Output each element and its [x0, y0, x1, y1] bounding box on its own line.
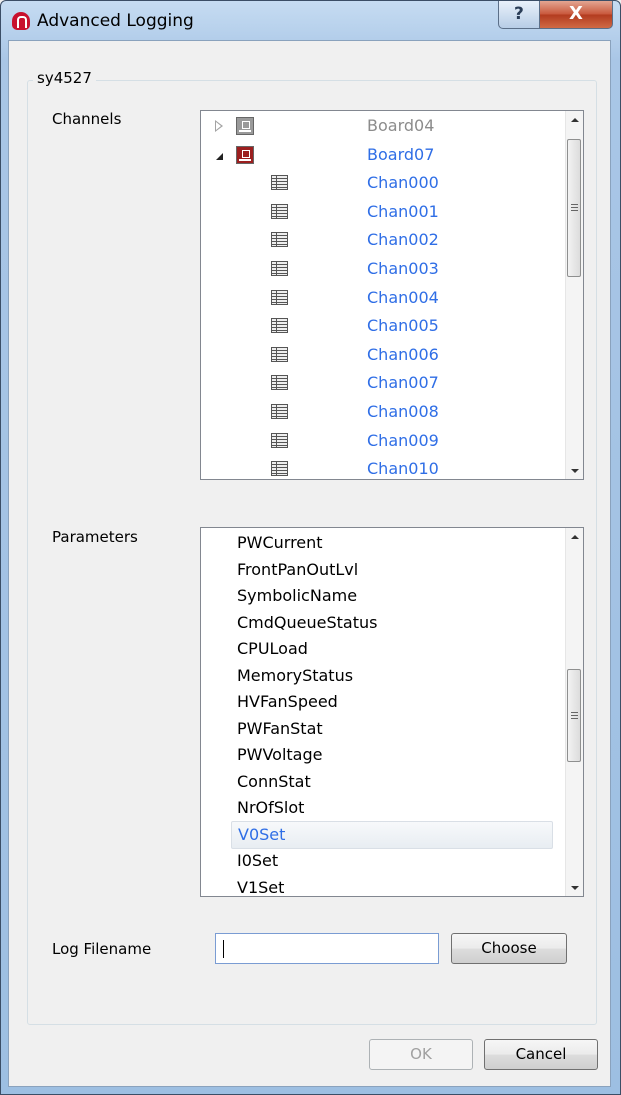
parameter-list-item[interactable]: MemoryStatus: [237, 662, 551, 690]
tree-channel-node[interactable]: Chan003: [201, 255, 566, 283]
channels-tree-rows: Board04 Board07 Chan000 Chan001 Chan002 Chan0…: [201, 111, 566, 479]
parameter-list-item[interactable]: CmdQueueStatus: [237, 609, 551, 637]
tree-node-label: Chan001: [367, 201, 439, 221]
text-caret: [223, 940, 224, 958]
channel-icon: [271, 175, 288, 191]
board-icon: [236, 117, 254, 135]
channels-tree[interactable]: Board04 Board07 Chan000 Chan001 Chan002 Chan0…: [200, 110, 584, 480]
tree-channel-node[interactable]: Chan009: [201, 427, 566, 455]
ok-button[interactable]: OK: [369, 1039, 473, 1070]
channel-icon: [271, 346, 288, 362]
log-filename-label: Log Filename: [52, 940, 152, 958]
parameter-list-item[interactable]: PWVoltage: [237, 741, 551, 769]
parameter-list-item[interactable]: V1Set: [237, 874, 551, 897]
collapsed-arrow-icon[interactable]: [215, 120, 223, 132]
scroll-up-arrow-icon[interactable]: [566, 111, 583, 128]
cancel-button[interactable]: Cancel: [484, 1039, 598, 1070]
app-logo-icon: [12, 12, 30, 30]
tree-channel-node[interactable]: Chan001: [201, 198, 566, 226]
scroll-up-arrow-icon[interactable]: [566, 528, 583, 545]
channel-icon: [271, 432, 288, 448]
tree-node-label: Chan002: [367, 230, 439, 250]
tree-channel-node[interactable]: Chan010: [201, 455, 566, 479]
parameter-list-item[interactable]: V0Set: [231, 820, 553, 849]
tree-node-label: Board04: [367, 116, 435, 135]
groupbox-title: sy4527: [33, 69, 96, 87]
scroll-down-arrow-icon[interactable]: [566, 462, 583, 479]
tree-channel-node[interactable]: Chan004: [201, 284, 566, 312]
tree-board-node[interactable]: Board04: [201, 112, 566, 140]
parameters-list-rows: PWCurrent FrontPanOutLvl SymbolicName CmdQu…: [201, 528, 566, 896]
parameter-list-item[interactable]: SymbolicName: [237, 582, 551, 610]
channels-label: Channels: [52, 110, 122, 128]
scroll-thumb[interactable]: [567, 669, 581, 762]
parameter-list-item[interactable]: PWCurrent: [237, 529, 551, 557]
channel-icon: [271, 375, 288, 391]
tree-channel-node[interactable]: Chan007: [201, 369, 566, 397]
scroll-thumb[interactable]: [567, 139, 581, 277]
log-filename-input[interactable]: [215, 933, 439, 964]
close-icon: X: [569, 3, 583, 24]
tree-node-label: Chan007: [367, 373, 439, 393]
expanded-arrow-icon[interactable]: [216, 152, 223, 160]
channel-icon: [271, 461, 288, 477]
help-icon: ?: [514, 4, 524, 24]
parameters-scrollbar[interactable]: [565, 528, 583, 896]
tree-node-label: Chan010: [367, 459, 439, 479]
parameter-list-item[interactable]: I0Set: [237, 847, 551, 875]
choose-button[interactable]: Choose: [451, 933, 567, 964]
parameter-list-item[interactable]: ConnStat: [237, 768, 551, 796]
tree-node-label: Chan005: [367, 316, 439, 336]
parameter-list-item[interactable]: FrontPanOutLvl: [237, 556, 551, 584]
tree-node-label: Chan009: [367, 430, 439, 450]
parameter-list-item[interactable]: PWFanStat: [237, 715, 551, 743]
tree-channel-node[interactable]: Chan005: [201, 312, 566, 340]
tree-node-label: Chan008: [367, 402, 439, 421]
channel-icon: [271, 203, 288, 219]
channel-icon: [271, 232, 288, 248]
scroll-down-arrow-icon[interactable]: [566, 879, 583, 896]
close-button[interactable]: X: [539, 1, 613, 29]
title-bar[interactable]: Advanced Logging ? X: [1, 1, 620, 41]
parameter-list-item[interactable]: HVFanSpeed: [237, 688, 551, 716]
tree-channel-node[interactable]: Chan002: [201, 226, 566, 254]
help-button[interactable]: ?: [498, 1, 540, 29]
tree-channel-node[interactable]: Chan008: [201, 398, 566, 426]
channel-icon: [271, 318, 288, 334]
grip-icon: [571, 204, 578, 211]
channels-scrollbar[interactable]: [565, 111, 583, 479]
tree-board-node[interactable]: Board07: [201, 141, 566, 169]
parameter-list-item[interactable]: CPULoad: [237, 635, 551, 663]
tree-node-label: Chan003: [367, 259, 439, 278]
parameters-label: Parameters: [52, 528, 138, 546]
grip-icon: [571, 711, 578, 719]
parameters-list[interactable]: PWCurrent FrontPanOutLvl SymbolicName CmdQu…: [200, 527, 584, 897]
channel-icon: [271, 404, 288, 419]
board-icon: [236, 145, 254, 164]
channel-icon: [271, 261, 288, 276]
window-title: Advanced Logging: [37, 11, 194, 31]
tree-node-label: Chan006: [367, 344, 439, 364]
tree-channel-node[interactable]: Chan006: [201, 341, 566, 369]
tree-node-label: Board07: [367, 144, 435, 164]
tree-channel-node[interactable]: Chan000: [201, 169, 566, 197]
tree-node-label: Chan004: [367, 287, 439, 307]
parameter-list-item[interactable]: NrOfSlot: [237, 794, 551, 822]
tree-node-label: Chan000: [367, 173, 439, 193]
channel-icon: [271, 289, 288, 305]
